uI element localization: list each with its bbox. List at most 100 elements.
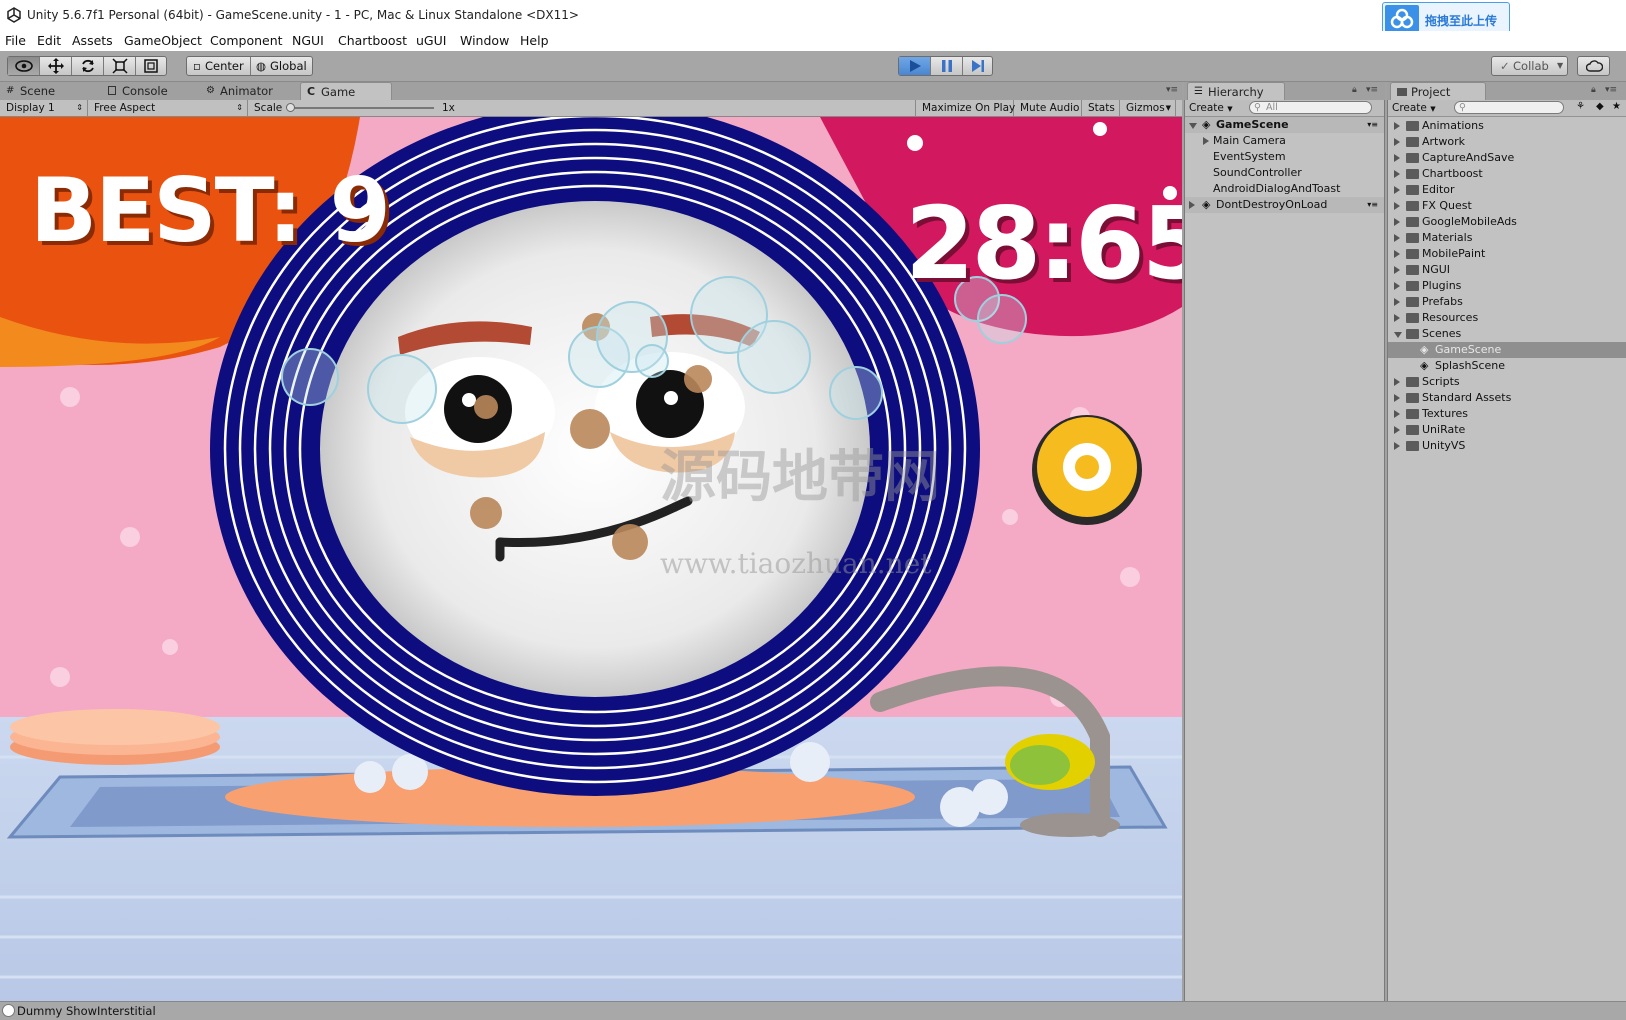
hierarchy-item[interactable]: Main Camera <box>1185 133 1384 149</box>
move-tool-button[interactable] <box>40 57 72 75</box>
scale-tool-button[interactable] <box>104 57 136 75</box>
project-folder[interactable]: Standard Assets <box>1388 390 1626 406</box>
project-folder[interactable]: Chartboost <box>1388 166 1626 182</box>
project-folder[interactable]: CaptureAndSave <box>1388 150 1626 166</box>
project-folder[interactable]: Artwork <box>1388 134 1626 150</box>
menu-window[interactable]: Window <box>460 33 509 48</box>
tab-console[interactable]: Console <box>102 82 200 100</box>
expand-arrow-icon[interactable] <box>1394 282 1400 290</box>
expand-arrow-icon[interactable] <box>1394 138 1400 146</box>
hierarchy-search-input[interactable]: ⚲ All <box>1249 101 1372 114</box>
project-folder[interactable]: MobilePaint <box>1388 246 1626 262</box>
expand-arrow-icon[interactable] <box>1394 122 1400 130</box>
panel-menu-icon[interactable]: ▾≡ <box>1366 85 1378 95</box>
project-scene-asset[interactable]: ◈ GameScene <box>1388 342 1626 358</box>
step-button[interactable] <box>963 57 992 75</box>
lock-icon[interactable]: 🔒︎ <box>1591 85 1596 95</box>
project-scene-asset[interactable]: ◈ SplashScene <box>1388 358 1626 374</box>
project-folder[interactable]: Scenes <box>1388 326 1626 342</box>
project-folder[interactable]: Editor <box>1388 182 1626 198</box>
tab-scene[interactable]: # Scene <box>0 82 104 100</box>
menu-gameobject[interactable]: GameObject <box>124 33 202 48</box>
slider-thumb[interactable] <box>286 103 295 112</box>
expand-arrow-icon[interactable] <box>1394 170 1400 178</box>
expand-arrow-icon[interactable] <box>1394 298 1400 306</box>
hierarchy-item[interactable]: SoundController <box>1185 165 1384 181</box>
status-bar[interactable]: Dummy ShowInterstitial <box>0 1001 1626 1020</box>
hand-tool-button[interactable] <box>8 57 40 75</box>
expand-arrow-icon[interactable] <box>1394 410 1400 418</box>
pause-button[interactable] <box>931 57 963 75</box>
menu-component[interactable]: Component <box>210 33 283 48</box>
game-view[interactable]: BEST: 9 28:65 源码地带网 www.tiaozhuan.net <box>0 117 1182 1001</box>
project-folder[interactable]: NGUI <box>1388 262 1626 278</box>
pivot-global-button[interactable]: ◍ Global <box>251 57 312 75</box>
rect-tool-button[interactable] <box>136 57 166 75</box>
project-folder[interactable]: Scripts <box>1388 374 1626 390</box>
menu-assets[interactable]: Assets <box>72 33 113 48</box>
expand-arrow-icon[interactable] <box>1394 186 1400 194</box>
favorite-star-icon[interactable]: ★ <box>1612 101 1621 112</box>
filter-type-icon[interactable]: ⚘ <box>1576 101 1585 112</box>
hierarchy-item[interactable]: EventSystem <box>1185 149 1384 165</box>
expand-arrow-icon[interactable] <box>1394 394 1400 402</box>
expand-arrow-icon[interactable] <box>1394 426 1400 434</box>
project-folder[interactable]: FX Quest <box>1388 198 1626 214</box>
expand-arrow-icon[interactable] <box>1394 202 1400 210</box>
project-folder[interactable]: Textures <box>1388 406 1626 422</box>
pivot-center-button[interactable]: ▫ Center <box>187 57 251 75</box>
display-dropdown[interactable]: Display 1 ⇕ <box>0 100 88 116</box>
panel-menu-icon[interactable]: ▾≡ <box>1605 85 1617 95</box>
menu-help[interactable]: Help <box>520 33 549 48</box>
scene-menu-icon[interactable]: ▾≡ <box>1367 197 1378 213</box>
project-folder[interactable]: Plugins <box>1388 278 1626 294</box>
scene-menu-icon[interactable]: ▾≡ <box>1367 117 1378 133</box>
rotate-tool-button[interactable] <box>72 57 104 75</box>
expand-arrow-icon[interactable] <box>1394 218 1400 226</box>
expand-arrow-icon[interactable] <box>1394 314 1400 322</box>
tab-animator[interactable]: ⚙ Animator <box>200 82 298 100</box>
expand-arrow-icon[interactable] <box>1394 250 1400 258</box>
tab-hierarchy[interactable]: ☰ Hierarchy <box>1187 82 1285 100</box>
gizmos-dropdown[interactable]: Gizmos ▼ <box>1120 100 1176 116</box>
tab-project[interactable]: Project <box>1390 82 1486 100</box>
aspect-dropdown[interactable]: Free Aspect ⇕ <box>88 100 248 116</box>
mute-audio-toggle[interactable]: Mute Audio <box>1014 100 1082 116</box>
expand-arrow-icon[interactable] <box>1394 234 1400 242</box>
project-folder[interactable]: UnityVS <box>1388 438 1626 454</box>
menu-ngui[interactable]: NGUI <box>292 33 324 48</box>
hierarchy-item[interactable]: AndroidDialogAndToast <box>1185 181 1384 197</box>
project-folder[interactable]: Prefabs <box>1388 294 1626 310</box>
stats-toggle[interactable]: Stats <box>1082 100 1120 116</box>
scale-slider[interactable]: Scale 1x <box>248 100 456 116</box>
tab-game[interactable]: C Game <box>300 82 392 100</box>
menu-file[interactable]: File <box>5 33 26 48</box>
expand-arrow-icon[interactable] <box>1394 154 1400 162</box>
cloud-button[interactable] <box>1577 56 1610 76</box>
collab-dropdown[interactable]: ✓ Collab ▼ <box>1491 56 1568 76</box>
project-folder[interactable]: UniRate <box>1388 422 1626 438</box>
menu-edit[interactable]: Edit <box>37 33 61 48</box>
expand-arrow-icon[interactable] <box>1394 332 1402 338</box>
lock-icon[interactable]: 🔒︎ <box>1352 85 1357 95</box>
project-folder[interactable]: Materials <box>1388 230 1626 246</box>
maximize-on-play-toggle[interactable]: Maximize On Play <box>915 100 1015 116</box>
hierarchy-scene-dontdestroy[interactable]: ◈ DontDestroyOnLoad ▾≡ <box>1185 197 1384 213</box>
project-folder[interactable]: Resources <box>1388 310 1626 326</box>
play-button[interactable] <box>899 57 931 75</box>
expand-arrow-icon[interactable] <box>1394 378 1400 386</box>
hierarchy-create-dropdown[interactable]: Create ▼ <box>1189 101 1233 115</box>
expand-arrow-icon[interactable] <box>1189 123 1197 129</box>
filter-label-icon[interactable]: ◆ <box>1596 101 1604 112</box>
project-create-dropdown[interactable]: Create ▼ <box>1392 101 1436 115</box>
expand-arrow-icon[interactable] <box>1394 266 1400 274</box>
panel-menu-icon[interactable]: ▾≡ <box>1166 85 1178 95</box>
expand-arrow-icon[interactable] <box>1189 201 1195 209</box>
project-search-input[interactable]: ⚲ <box>1454 101 1564 114</box>
project-folder[interactable]: Animations <box>1388 118 1626 134</box>
expand-arrow-icon[interactable] <box>1394 442 1400 450</box>
hierarchy-scene-gamescene[interactable]: ◈ GameScene ▾≡ <box>1185 117 1384 133</box>
menu-chartboost[interactable]: Chartboost <box>338 33 407 48</box>
project-folder[interactable]: GoogleMobileAds <box>1388 214 1626 230</box>
menu-ugui[interactable]: uGUI <box>416 33 446 48</box>
